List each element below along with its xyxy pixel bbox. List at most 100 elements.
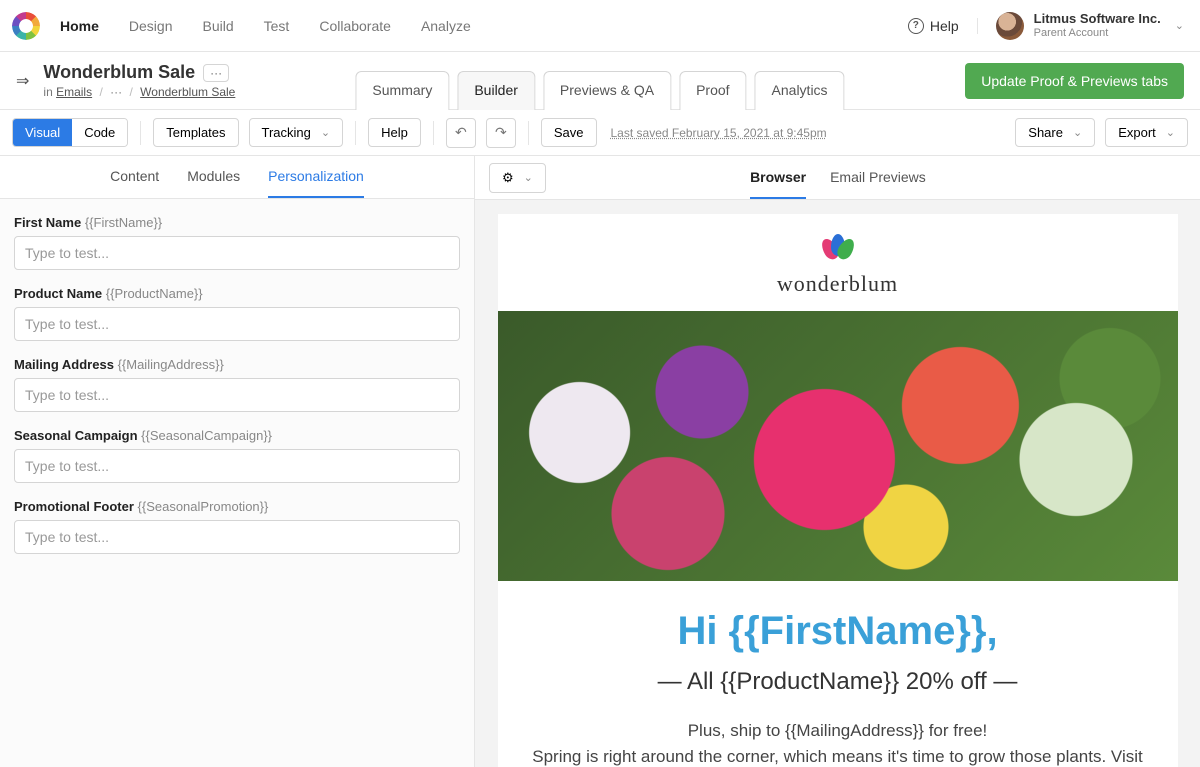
email-subhead: — All {{ProductName}} 20% off — [498,668,1178,718]
account-menu[interactable]: Litmus Software Inc. Parent Account ⌄ [996,11,1184,40]
chevron-down-icon: ⌄ [524,171,533,184]
preview-bar: ⚙ ⌄ Browser Email Previews [475,156,1200,200]
tab-proof[interactable]: Proof [679,71,746,110]
account-name: Litmus Software Inc. [1034,11,1161,27]
field-mailing-address: Mailing Address {{MailingAddress}} [14,357,460,412]
redo-icon: ↷ [495,124,507,141]
preview-settings-button[interactable]: ⚙ ⌄ [489,163,546,193]
email-body-line1: Plus, ship to {{MailingAddress}} for fre… [532,718,1144,744]
help-label: Help [930,18,959,34]
email-body-line2: Spring is right around the corner, which… [532,744,1144,767]
breadcrumb-current[interactable]: Wonderblum Sale [140,85,235,99]
field-label: Promotional Footer [14,499,134,514]
product-name-input[interactable] [14,307,460,341]
logo-icon[interactable] [12,12,40,40]
visual-mode-button[interactable]: Visual [13,119,72,146]
breadcrumb: in Emails / ··· / Wonderblum Sale [43,85,235,99]
nav-analyze[interactable]: Analyze [421,18,471,34]
last-saved-label: Last saved February 15, 2021 at 9:45pm [611,126,827,140]
field-token: {{ProductName}} [106,286,203,301]
templates-button[interactable]: Templates [153,118,238,147]
title-more-button[interactable]: ··· [203,64,229,82]
field-label: Mailing Address [14,357,114,372]
first-name-input[interactable] [14,236,460,270]
export-button[interactable]: Export ⌄ [1105,118,1188,147]
brand-name: wonderblum [498,271,1178,297]
avatar [996,12,1024,40]
share-button[interactable]: Share ⌄ [1015,118,1095,147]
hero-image [498,311,1178,581]
sidebar-tabs: Content Modules Personalization [0,156,474,199]
breadcrumb-prefix: in [43,85,52,99]
chevron-down-icon: ⌄ [1073,126,1082,139]
field-seasonal-campaign: Seasonal Campaign {{SeasonalCampaign}} [14,428,460,483]
tracking-label: Tracking [262,125,311,140]
view-mode-segment: Visual Code [12,118,128,147]
email-brand-header: wonderblum [498,214,1178,311]
topnav-items: Home Design Build Test Collaborate Analy… [60,18,471,34]
sidebar-tab-personalization[interactable]: Personalization [268,168,364,198]
help-icon: ? [908,18,924,34]
undo-button[interactable]: ↶ [446,118,476,148]
field-label: First Name [14,215,81,230]
nav-collaborate[interactable]: Collaborate [319,18,391,34]
seasonal-campaign-input[interactable] [14,449,460,483]
nav-build[interactable]: Build [203,18,234,34]
tab-analytics[interactable]: Analytics [755,71,845,110]
top-nav: Home Design Build Test Collaborate Analy… [0,0,1200,52]
nav-home[interactable]: Home [60,18,99,34]
share-label: Share [1028,125,1063,140]
breadcrumb-ellipsis: ··· [110,85,122,99]
email-greeting: Hi {{FirstName}}, [498,581,1178,668]
account-sub: Parent Account [1034,27,1161,40]
preview-tab-email[interactable]: Email Previews [830,157,926,199]
tab-previews-qa[interactable]: Previews & QA [543,71,671,110]
sidebar-tab-content[interactable]: Content [110,168,159,198]
account-text: Litmus Software Inc. Parent Account [1034,11,1161,40]
update-proof-button[interactable]: Update Proof & Previews tabs [965,63,1184,99]
field-token: {{FirstName}} [85,215,162,230]
field-label: Product Name [14,286,102,301]
preview-tabs: Browser Email Previews [750,157,926,199]
field-product-name: Product Name {{ProductName}} [14,286,460,341]
toolbar: Visual Code Templates Tracking ⌄ Help ↶ … [0,110,1200,156]
field-first-name: First Name {{FirstName}} [14,215,460,270]
preview-body[interactable]: wonderblum Hi {{FirstName}}, — All {{Pro… [475,200,1200,767]
field-promotional-footer: Promotional Footer {{SeasonalPromotion}} [14,499,460,554]
email-body: Plus, ship to {{MailingAddress}} for fre… [498,718,1178,767]
breadcrumb-root[interactable]: Emails [56,85,92,99]
preview-tab-browser[interactable]: Browser [750,157,806,199]
undo-icon: ↶ [455,124,467,141]
field-token: {{SeasonalPromotion}} [138,499,269,514]
redo-button[interactable]: ↷ [486,118,516,148]
help-button[interactable]: Help [368,118,421,147]
tracking-button[interactable]: Tracking ⌄ [249,118,344,147]
gear-icon: ⚙ [502,170,514,186]
main: Content Modules Personalization First Na… [0,156,1200,767]
tab-builder[interactable]: Builder [457,71,535,110]
help-link[interactable]: ? Help [908,18,978,34]
chevron-down-icon: ⌄ [321,126,330,139]
promotional-footer-input[interactable] [14,520,460,554]
page-title: Wonderblum Sale [43,62,195,83]
save-button[interactable]: Save [541,118,597,147]
sidebar-tab-modules[interactable]: Modules [187,168,240,198]
mailing-address-input[interactable] [14,378,460,412]
nav-test[interactable]: Test [264,18,290,34]
collapse-sidebar-button[interactable]: ⇒ [8,65,37,97]
personalization-fields: First Name {{FirstName}} Product Name {{… [0,199,474,570]
field-token: {{MailingAddress}} [118,357,224,372]
nav-design[interactable]: Design [129,18,173,34]
chevron-down-icon: ⌄ [1166,126,1175,139]
chevron-down-icon: ⌄ [1175,19,1184,32]
field-label: Seasonal Campaign [14,428,138,443]
field-token: {{SeasonalCampaign}} [141,428,272,443]
code-mode-button[interactable]: Code [72,119,127,146]
preview-pane: ⚙ ⌄ Browser Email Previews wonderblum Hi… [475,156,1200,767]
tab-summary[interactable]: Summary [355,71,449,110]
sidebar: Content Modules Personalization First Na… [0,156,475,767]
email-preview: wonderblum Hi {{FirstName}}, — All {{Pro… [498,214,1178,767]
export-label: Export [1118,125,1156,140]
title-bar: ⇒ Wonderblum Sale ··· in Emails / ··· / … [0,52,1200,110]
section-tabs: Summary Builder Previews & QA Proof Anal… [355,71,844,110]
